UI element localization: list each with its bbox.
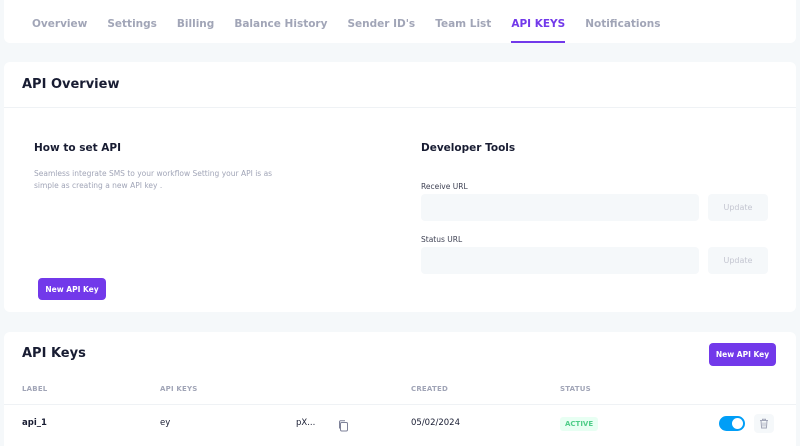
column-header-api-keys: API KEYS [160, 385, 198, 393]
how-to-title: How to set API [34, 142, 122, 154]
trash-icon [760, 418, 768, 429]
toggle-knob [732, 418, 743, 429]
how-to-description: Seamless integrate SMS to your workflow … [34, 169, 273, 190]
receive-url-input[interactable] [421, 194, 699, 221]
status-url-update-button[interactable]: Update [708, 247, 768, 274]
developer-tools-section: Developer Tools Receive URL Update Statu… [421, 142, 771, 302]
tab-overview[interactable]: Overview [22, 0, 97, 43]
tab-billing[interactable]: Billing [167, 0, 224, 43]
api-overview-title: API Overview [22, 77, 120, 92]
api-key-end: pX... [296, 418, 316, 428]
column-header-created: CREATED [411, 385, 448, 393]
status-badge: ACTIVE [560, 417, 599, 431]
api-key-start: ey [160, 418, 171, 428]
api-key-created: 05/02/2024 [411, 418, 460, 428]
api-overview-card: API Overview How to set API Seamless int… [4, 62, 796, 312]
column-header-status: STATUS [560, 385, 591, 393]
delete-api-key-button[interactable] [754, 414, 774, 433]
tab-settings[interactable]: Settings [97, 0, 167, 43]
header-divider [4, 404, 796, 405]
tab-sender-ids[interactable]: Sender ID's [337, 0, 425, 43]
tab-team-list[interactable]: Team List [425, 0, 501, 43]
api-key-enabled-toggle[interactable] [719, 416, 745, 431]
card-divider [4, 107, 796, 108]
profile-nav: Overview Settings Billing Balance Histor… [4, 0, 796, 43]
status-url-label: Status URL [421, 235, 463, 244]
column-header-label: LABEL [22, 385, 48, 393]
api-keys-card: API Keys New API Key LABEL API KEYS CREA… [4, 332, 796, 446]
status-url-input[interactable] [421, 247, 699, 274]
api-keys-title: API Keys [22, 346, 86, 361]
copy-icon[interactable] [338, 417, 349, 432]
add-api-key-button[interactable]: New API Key [709, 343, 776, 366]
tab-balance-history[interactable]: Balance History [224, 0, 337, 43]
how-to-section: How to set API Seamless integrate SMS to… [34, 142, 294, 300]
developer-tools-title: Developer Tools [421, 142, 516, 154]
api-key-label: api_1 [22, 418, 47, 428]
tab-notifications[interactable]: Notifications [575, 0, 670, 43]
new-api-key-button[interactable]: New API Key [38, 278, 106, 300]
tab-api-keys[interactable]: API KEYS [501, 0, 575, 43]
receive-url-update-button[interactable]: Update [708, 194, 768, 221]
tab-bar: Overview Settings Billing Balance Histor… [4, 0, 796, 43]
receive-url-label: Receive URL [421, 182, 468, 191]
